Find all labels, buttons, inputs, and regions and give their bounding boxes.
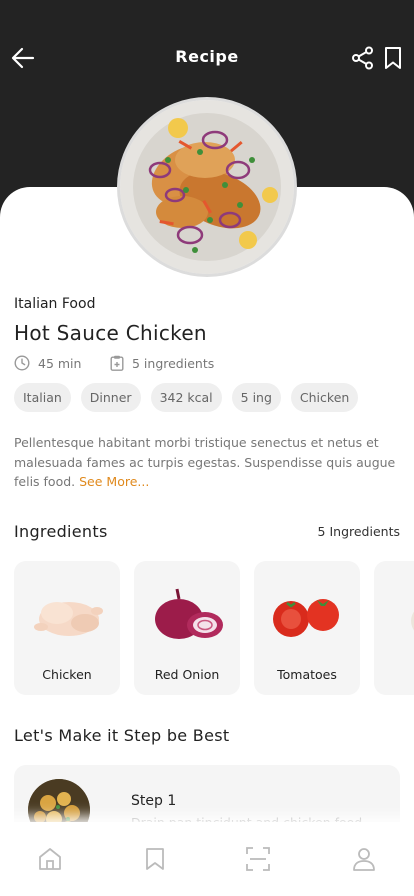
tag-chip[interactable]: 5 ing bbox=[231, 383, 281, 412]
ingredients-count-link[interactable]: 5 Ingredients bbox=[318, 524, 400, 539]
red-onion-image bbox=[155, 588, 223, 639]
cuisine-label: Italian Food bbox=[14, 296, 96, 312]
ingredient-label: Red Onion bbox=[154, 667, 220, 682]
cook-time-value: 45 min bbox=[38, 355, 82, 371]
ingredient-label: Chicken bbox=[42, 667, 92, 682]
scan-icon bbox=[246, 847, 270, 871]
profile-icon bbox=[353, 848, 375, 871]
ingredient-card-tomatoes[interactable]: Tomatoes bbox=[254, 561, 360, 695]
app-header: Recipe bbox=[0, 36, 414, 80]
bookmark-button[interactable] bbox=[382, 46, 404, 70]
clock-icon bbox=[14, 355, 30, 371]
step-label: Step 1 bbox=[131, 793, 177, 809]
home-icon bbox=[39, 848, 61, 870]
ingredient-count-value: 5 ingredients bbox=[132, 355, 215, 371]
clipboard-icon bbox=[110, 355, 124, 371]
ingredient-card-red-onion[interactable]: Red Onion bbox=[134, 561, 240, 695]
garlic-image bbox=[411, 611, 414, 631]
ingredient-count: 5 ingredients bbox=[110, 355, 214, 371]
ingredient-card-garlic[interactable]: G bbox=[374, 561, 414, 695]
share-icon bbox=[352, 46, 373, 70]
recipe-image bbox=[117, 97, 297, 277]
bookmark-icon bbox=[385, 47, 401, 69]
nav-profile[interactable] bbox=[351, 846, 377, 872]
cook-time: 45 min bbox=[14, 355, 81, 371]
nav-scan[interactable] bbox=[245, 846, 271, 872]
see-more-link[interactable]: See More... bbox=[79, 474, 149, 489]
tag-list: Italian Dinner 342 kcal 5 ing Chicken bbox=[14, 383, 359, 412]
nav-saved[interactable] bbox=[142, 846, 168, 872]
tag-chip[interactable]: Chicken bbox=[290, 383, 359, 412]
tag-chip[interactable]: 342 kcal bbox=[150, 383, 222, 412]
bookmark-icon bbox=[146, 848, 164, 870]
description-text: Pellentesque habitant morbi tristique se… bbox=[14, 435, 396, 489]
chicken-image bbox=[34, 602, 103, 636]
recipe-title: Hot Sauce Chicken bbox=[14, 321, 207, 345]
recipe-description: Pellentesque habitant morbi tristique se… bbox=[14, 433, 406, 492]
tag-chip[interactable]: Italian bbox=[14, 383, 71, 412]
ingredient-label: G bbox=[374, 667, 414, 682]
tomatoes-image bbox=[273, 599, 339, 637]
nav-home[interactable] bbox=[37, 846, 63, 872]
share-button[interactable] bbox=[351, 46, 375, 70]
bottom-nav bbox=[0, 822, 414, 896]
ingredient-card-chicken[interactable]: Chicken bbox=[14, 561, 120, 695]
ingredients-heading: Ingredients bbox=[14, 522, 108, 541]
ingredient-carousel[interactable]: Chicken Red Onion Tomatoes G bbox=[14, 561, 414, 697]
tag-chip[interactable]: Dinner bbox=[80, 383, 141, 412]
steps-heading: Let's Make it Step be Best bbox=[14, 726, 230, 745]
ingredient-label: Tomatoes bbox=[277, 667, 337, 682]
